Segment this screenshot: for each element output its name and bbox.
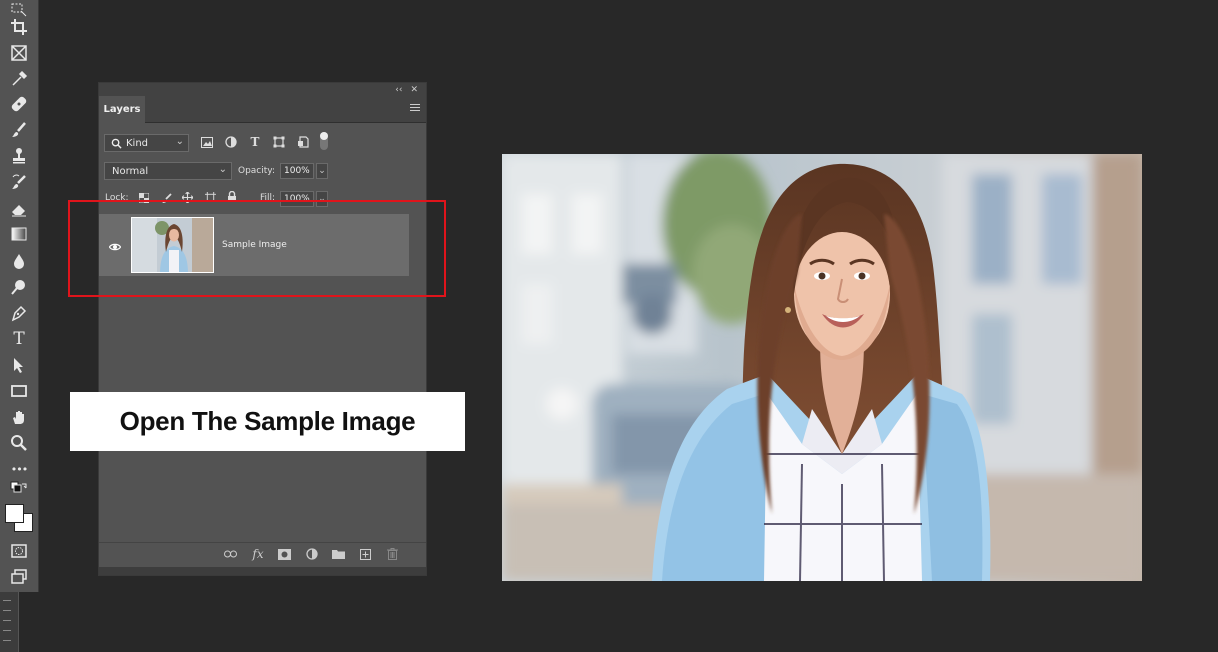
path-selection-tool-icon[interactable] <box>6 354 32 376</box>
filter-kind-select[interactable]: Kind ⌄ <box>104 134 189 152</box>
screen-mode-icon[interactable] <box>6 565 32 587</box>
canvas-image[interactable] <box>502 154 1142 581</box>
panel-tab-bar: Layers <box>99 96 426 123</box>
gradient-tool-icon[interactable] <box>6 223 32 245</box>
crop-tool-icon[interactable] <box>6 16 32 38</box>
layer-filter-row: Kind ⌄ T <box>99 132 426 154</box>
eraser-tool-icon[interactable] <box>6 198 32 220</box>
new-group-folder-icon[interactable] <box>331 547 345 561</box>
layers-panel: ‹‹ ✕ Layers Kind ⌄ T Normal ⌄ Opacity: 1… <box>98 82 427 576</box>
foreground-color-swatch[interactable] <box>5 504 24 523</box>
type-tool-icon[interactable]: T <box>6 328 32 350</box>
vertical-ruler <box>0 592 19 652</box>
rectangle-tool-icon[interactable] <box>6 380 32 402</box>
close-panel-icon[interactable]: ✕ <box>410 85 418 95</box>
default-colors-icon[interactable] <box>6 481 32 498</box>
filter-toggle-switch[interactable] <box>320 132 328 150</box>
chevron-down-icon: ⌄ <box>175 136 184 147</box>
panel-footer-toolbar: fx <box>99 542 426 567</box>
opacity-input[interactable]: 100% <box>280 163 314 179</box>
smart-object-filter-icon[interactable] <box>296 135 310 149</box>
collapse-panel-icon[interactable]: ‹‹ <box>395 85 402 95</box>
filter-kind-label: Kind <box>126 137 149 149</box>
panel-menu-icon[interactable] <box>410 104 420 113</box>
chevron-down-icon: ⌄ <box>218 164 227 175</box>
quick-mask-icon[interactable] <box>6 540 32 562</box>
adjustment-layer-filter-icon[interactable] <box>224 135 238 149</box>
delete-layer-trash-icon[interactable] <box>385 547 399 561</box>
opacity-label: Opacity: <box>238 166 275 176</box>
shape-layer-filter-icon[interactable] <box>272 135 286 149</box>
new-adjustment-layer-icon[interactable] <box>305 547 319 561</box>
highlight-box <box>68 200 446 297</box>
new-layer-icon[interactable] <box>358 547 372 561</box>
panel-resize-bar[interactable] <box>99 567 426 575</box>
annotation-caption-text: Open The Sample Image <box>119 406 416 436</box>
search-icon <box>111 138 122 149</box>
panel-header-bar: ‹‹ ✕ <box>99 83 426 96</box>
blend-mode-value: Normal <box>112 165 149 177</box>
eyedropper-tool-icon[interactable] <box>6 68 32 90</box>
tools-panel: T ••• <box>0 0 39 592</box>
add-mask-icon[interactable] <box>277 547 291 561</box>
frame-tool-icon[interactable] <box>6 42 32 64</box>
layer-effects-icon[interactable]: fx <box>251 547 265 561</box>
healing-brush-tool-icon[interactable] <box>6 93 32 115</box>
clone-stamp-tool-icon[interactable] <box>6 145 32 167</box>
history-brush-tool-icon[interactable] <box>6 171 32 193</box>
blur-tool-icon[interactable] <box>6 250 32 272</box>
dodge-tool-icon[interactable] <box>6 276 32 298</box>
annotation-caption-box: Open The Sample Image <box>70 392 465 451</box>
hand-tool-icon[interactable] <box>6 406 32 428</box>
brush-tool-icon[interactable] <box>6 119 32 141</box>
tab-layers[interactable]: Layers <box>99 96 145 123</box>
sample-portrait-photo <box>502 154 1142 581</box>
zoom-tool-icon[interactable] <box>6 432 32 454</box>
blend-mode-select[interactable]: Normal ⌄ <box>104 162 232 180</box>
pixel-layer-filter-icon[interactable] <box>200 135 214 149</box>
more-tools-icon[interactable]: ••• <box>6 458 32 480</box>
opacity-dropdown-icon[interactable]: ⌄ <box>316 163 328 179</box>
link-layers-icon[interactable] <box>223 547 237 561</box>
type-layer-filter-icon[interactable]: T <box>248 135 262 149</box>
pen-tool-icon[interactable] <box>6 302 32 324</box>
blend-opacity-row: Normal ⌄ Opacity: 100% ⌄ <box>99 162 426 182</box>
